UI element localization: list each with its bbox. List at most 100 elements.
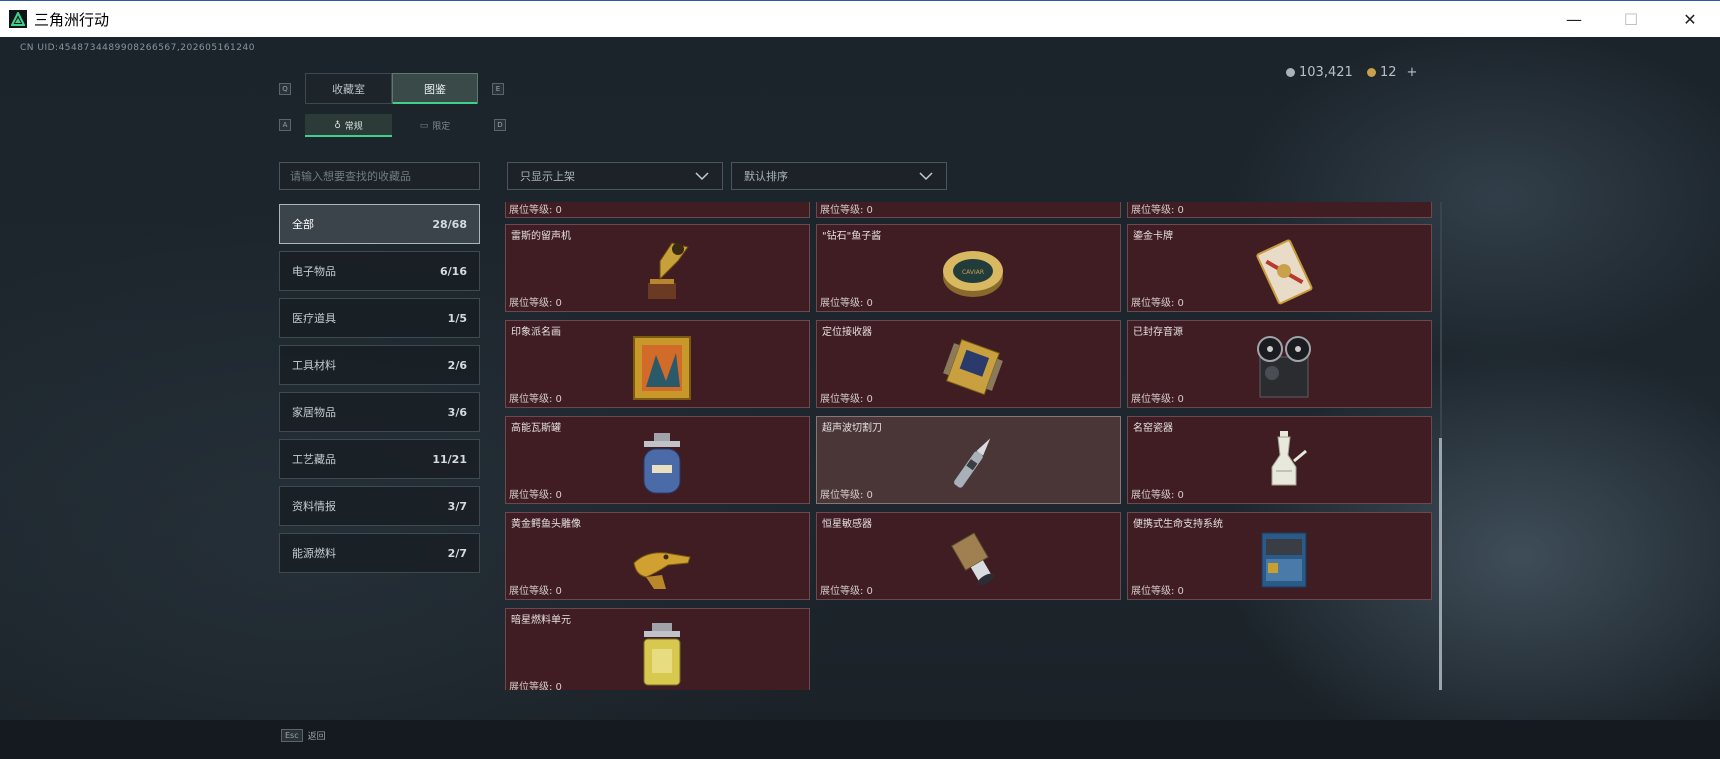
category-label: 能源燃料 xyxy=(292,547,336,560)
gold-add-icon[interactable]: + xyxy=(1407,65,1418,80)
fuel-cell-icon xyxy=(626,619,698,690)
collection-card[interactable]: 便携式生命支持系统 展位等级: 0 xyxy=(1127,512,1432,600)
partial-card[interactable]: 展位等级: 0 xyxy=(1127,202,1432,218)
partial-card[interactable]: 展位等级: 0 xyxy=(505,202,810,218)
silver-coin-icon xyxy=(1286,68,1295,77)
minimize-icon: — xyxy=(1566,10,1582,29)
card-level: 展位等级: 0 xyxy=(509,298,562,309)
category-item[interactable]: 家居物品 3/6 xyxy=(279,392,480,432)
card-name: "钻石"鱼子酱 xyxy=(822,231,882,242)
card-name: 恒星敏感器 xyxy=(822,519,872,530)
collection-card[interactable]: 超声波切割刀 展位等级: 0 xyxy=(816,416,1121,504)
category-item[interactable]: 医疗道具 1/5 xyxy=(279,298,480,338)
key-hint-a: A xyxy=(279,119,291,131)
close-icon: ✕ xyxy=(1683,10,1697,29)
collection-card[interactable]: 已封存音源 展位等级: 0 xyxy=(1127,320,1432,408)
subtab-limited[interactable]: ▭ 限定 xyxy=(392,114,478,137)
subtab-regular[interactable]: ♁ 常规 xyxy=(305,114,392,137)
card-name: 便携式生命支持系统 xyxy=(1133,519,1223,530)
close-button[interactable]: ✕ xyxy=(1660,1,1720,38)
key-hint-d: D xyxy=(494,119,506,131)
card-level: 展位等级: 0 xyxy=(1131,586,1184,597)
collection-card[interactable]: 黄金鳄鱼头雕像 展位等级: 0 xyxy=(505,512,810,600)
category-count: 2/7 xyxy=(447,546,467,560)
gold-coin-icon xyxy=(1367,68,1376,77)
card-name: 高能瓦斯罐 xyxy=(511,423,561,434)
card-name: 已封存音源 xyxy=(1133,327,1183,338)
svg-text:CAVIAR: CAVIAR xyxy=(962,269,984,276)
subtab-limited-label: 限定 xyxy=(432,122,451,132)
search-input[interactable]: 请输入想要查找的收藏品 xyxy=(279,162,480,190)
star-sensor-icon xyxy=(937,523,1009,595)
collection-card[interactable]: 雷斯的留声机 展位等级: 0 xyxy=(505,224,810,312)
back-label: 返回 xyxy=(307,732,326,742)
card-name: 雷斯的留声机 xyxy=(511,231,571,242)
collection-card[interactable]: 鎏金卡牌 展位等级: 0 xyxy=(1127,224,1432,312)
sort-dropdown[interactable]: 默认排序 xyxy=(731,162,947,190)
category-item[interactable]: 能源燃料 2/7 xyxy=(279,533,480,573)
tab-collection-room[interactable]: 收藏室 xyxy=(305,73,392,104)
search-placeholder: 请输入想要查找的收藏品 xyxy=(290,170,411,183)
subtab-regular-label: 常规 xyxy=(344,122,363,132)
category-count: 1/5 xyxy=(447,311,467,325)
category-item[interactable]: 工艺藏品 11/21 xyxy=(279,439,480,479)
shelf-filter-label: 只显示上架 xyxy=(520,170,575,183)
golden-crocodile-icon xyxy=(626,523,698,595)
partial-card[interactable]: 展位等级: 0 xyxy=(816,202,1121,218)
minimize-button[interactable]: — xyxy=(1544,1,1604,38)
card-level: 展位等级: 0 xyxy=(1131,490,1184,501)
category-item[interactable]: 电子物品 6/16 xyxy=(279,251,480,291)
back-button[interactable]: Esc 返回 xyxy=(281,729,326,742)
collection-card[interactable]: 暗星燃料单元 展位等级: 0 xyxy=(505,608,810,690)
key-hint-q: Q xyxy=(279,83,291,95)
collection-card[interactable]: 定位接收器 展位等级: 0 xyxy=(816,320,1121,408)
bottom-bar xyxy=(0,720,1720,759)
card-name: 定位接收器 xyxy=(822,327,872,338)
gold-currency[interactable]: 12 + xyxy=(1367,65,1417,80)
card-level: 展位等级: 0 xyxy=(509,682,562,690)
category-count: 3/7 xyxy=(447,499,467,513)
window-title: 三角洲行动 xyxy=(34,10,110,29)
category-item[interactable]: 全部 28/68 xyxy=(279,204,480,244)
shelf-filter-dropdown[interactable]: 只显示上架 xyxy=(507,162,723,190)
category-label: 医疗道具 xyxy=(292,312,336,325)
tab-catalog[interactable]: 图鉴 xyxy=(392,73,478,104)
collection-card[interactable]: "钻石"鱼子酱 CAVIAR 展位等级: 0 xyxy=(816,224,1121,312)
esc-key-hint: Esc xyxy=(281,729,303,742)
category-label: 工艺藏品 xyxy=(292,453,336,466)
category-label: 全部 xyxy=(292,218,314,231)
app-logo-icon xyxy=(9,10,27,28)
category-count: 28/68 xyxy=(432,217,467,231)
flame-icon: ♁ xyxy=(334,120,341,131)
maximize-icon: ☐ xyxy=(1623,10,1639,29)
life-support-icon xyxy=(1248,523,1320,595)
grid-scroll-thumb[interactable] xyxy=(1439,438,1442,690)
sort-label: 默认排序 xyxy=(744,170,788,183)
caviar-tin-icon: CAVIAR xyxy=(937,235,1009,307)
maximize-button[interactable]: ☐ xyxy=(1601,1,1661,38)
card-level: 展位等级: 0 xyxy=(820,394,873,405)
window-titlebar: 三角洲行动 — ☐ ✕ xyxy=(0,0,1720,37)
collection-grid: 展位等级: 0 展位等级: 0 展位等级: 0 雷斯的留声机 展位等级: 0 "… xyxy=(505,202,1437,690)
collection-card[interactable]: 名窑瓷器 展位等级: 0 xyxy=(1127,416,1432,504)
card-level: 展位等级: 0 xyxy=(509,205,562,216)
category-item[interactable]: 工具材料 2/6 xyxy=(279,345,480,385)
card-level: 展位等级: 0 xyxy=(1131,298,1184,309)
painting-icon xyxy=(626,331,698,403)
card-name: 暗星燃料单元 xyxy=(511,615,571,626)
category-item[interactable]: 资料情报 3/7 xyxy=(279,486,480,526)
category-label: 家居物品 xyxy=(292,406,336,419)
card-name: 名窑瓷器 xyxy=(1133,423,1173,434)
chevron-down-icon xyxy=(695,172,709,181)
collection-card[interactable]: 恒星敏感器 展位等级: 0 xyxy=(816,512,1121,600)
collection-card[interactable]: 印象派名画 展位等级: 0 xyxy=(505,320,810,408)
card-level: 展位等级: 0 xyxy=(1131,205,1184,216)
collection-card[interactable]: 高能瓦斯罐 展位等级: 0 xyxy=(505,416,810,504)
card-level: 展位等级: 0 xyxy=(820,586,873,597)
category-count: 11/21 xyxy=(432,452,467,466)
card-level: 展位等级: 0 xyxy=(509,394,562,405)
silver-currency: 103,421 xyxy=(1286,65,1353,80)
category-label: 资料情报 xyxy=(292,500,336,513)
card-level: 展位等级: 0 xyxy=(509,490,562,501)
card-level: 展位等级: 0 xyxy=(1131,394,1184,405)
